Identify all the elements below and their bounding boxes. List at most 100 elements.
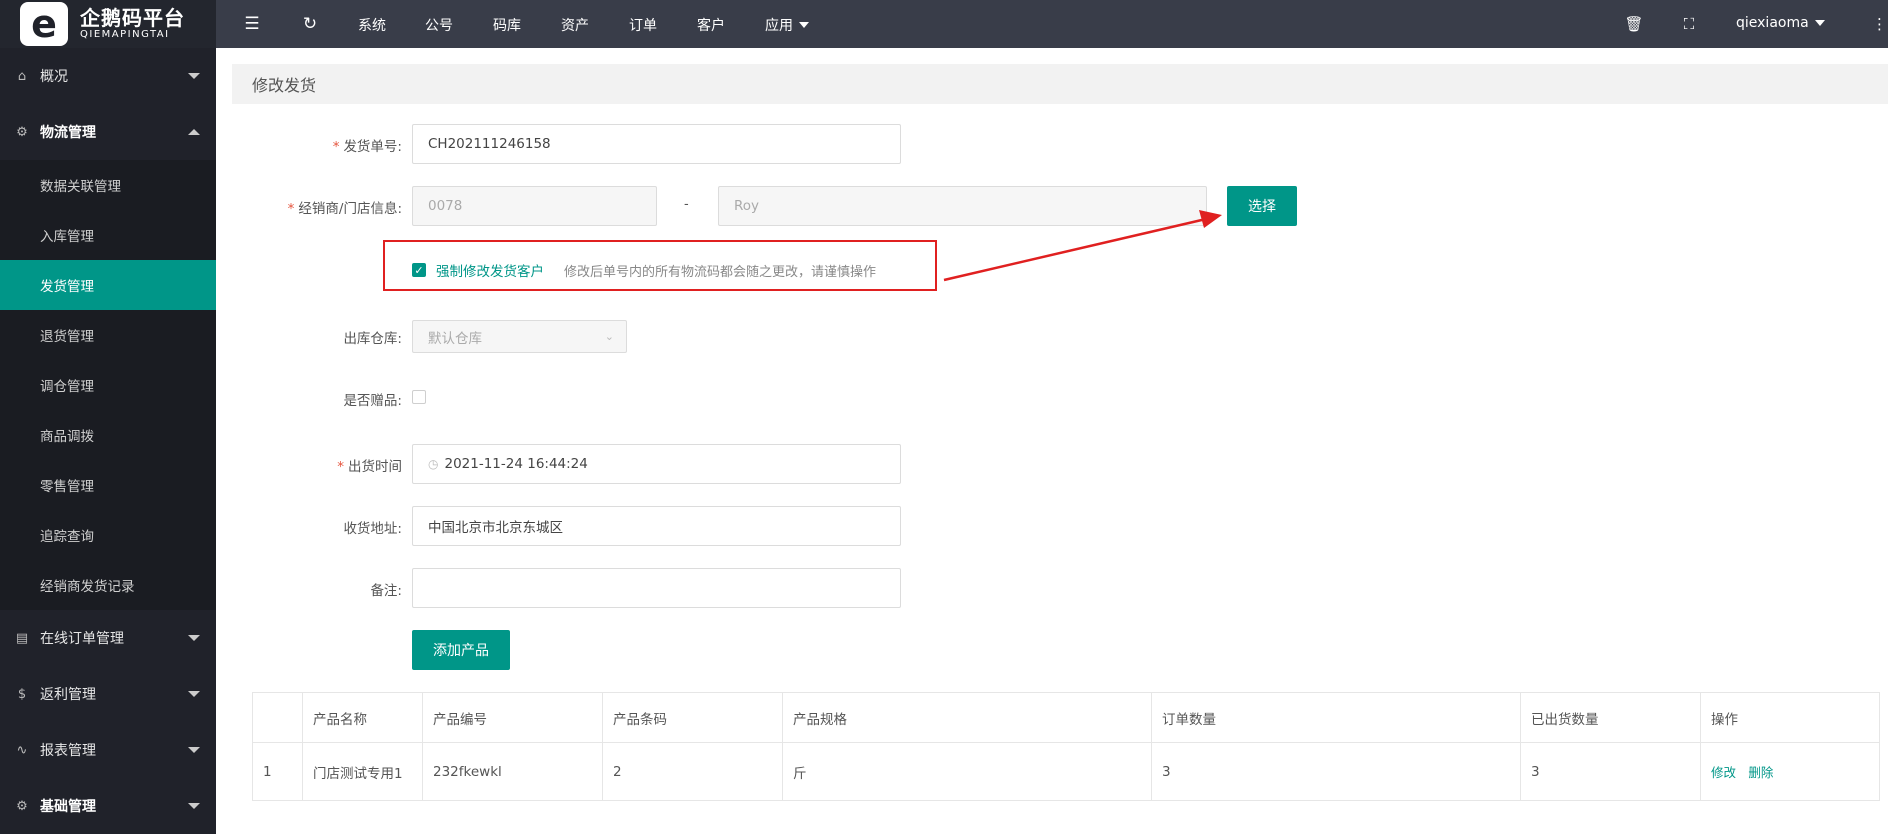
- clock-icon: ◷: [428, 457, 439, 471]
- menu-apps-label: 应用: [765, 18, 793, 34]
- sidebar-subitem-data-link[interactable]: 数据关联管理: [0, 160, 216, 210]
- dealer-name-input[interactable]: Roy: [718, 186, 1207, 226]
- ship-time-value: 2021-11-24 16:44:24: [444, 456, 588, 472]
- warehouse-select[interactable]: 默认仓库 ⌄: [412, 320, 627, 353]
- cell-spec: 斤: [782, 742, 1152, 801]
- sidebar-item-online-orders[interactable]: ▤ 在线订单管理: [0, 610, 216, 666]
- arrow-line: [943, 217, 1207, 282]
- sidebar-item-label: 在线订单管理: [40, 631, 124, 647]
- menu-fold-icon[interactable]: ☰: [242, 14, 262, 34]
- table-header-row: 产品名称 产品编号 产品条码 产品规格 订单数量 已出货数量 操作: [252, 692, 1880, 743]
- ship-time-label: * 出货时间: [232, 455, 402, 475]
- menu-account[interactable]: 公号: [425, 15, 453, 35]
- address-input[interactable]: 中国北京市北京东城区: [412, 506, 901, 546]
- pulse-icon: ∿: [16, 742, 28, 758]
- fullscreen-icon[interactable]: ⛶: [1679, 14, 1699, 34]
- sidebar-item-label: 返利管理: [40, 687, 96, 703]
- delete-link[interactable]: 删除: [1748, 765, 1773, 780]
- menu-assets[interactable]: 资产: [561, 15, 589, 35]
- menu-apps[interactable]: 应用: [765, 15, 809, 35]
- col-actions: 操作: [1700, 692, 1880, 743]
- edit-link[interactable]: 修改: [1711, 765, 1736, 780]
- sidebar-subitem-shipping[interactable]: 发货管理: [0, 260, 216, 310]
- cell-order-qty: 3: [1151, 742, 1521, 801]
- ship-no-label-text: 发货单号:: [343, 139, 402, 155]
- menu-code-library[interactable]: 码库: [493, 15, 521, 35]
- sidebar-item-label: 基础管理: [40, 799, 96, 815]
- sidebar-subitem-tracking[interactable]: 追踪查询: [0, 510, 216, 560]
- sidebar-subitem-warehouse-transfer[interactable]: 调仓管理: [0, 360, 216, 410]
- select-dealer-button[interactable]: 选择: [1227, 186, 1297, 226]
- remark-input[interactable]: [412, 568, 901, 608]
- sidebar-subitem-retail[interactable]: 零售管理: [0, 460, 216, 510]
- dealer-separator: -: [684, 197, 689, 212]
- sidebar-item-label: 概况: [40, 69, 68, 85]
- user-menu[interactable]: qiexiaoma: [1736, 15, 1825, 31]
- top-header: ☰ ↻ 系统 公号 码库 资产 订单 客户 应用 🗑 ⛶ qiexiaoma ⋮: [216, 0, 1888, 48]
- trash-icon[interactable]: 🗑: [1624, 14, 1644, 34]
- logo-mark-letter: e: [31, 2, 57, 46]
- sidebar-item-label: 物流管理: [40, 125, 96, 141]
- home-icon: ⌂: [17, 68, 27, 84]
- warehouse-label: 出库仓库:: [343, 331, 402, 347]
- gift-checkbox[interactable]: [412, 390, 426, 404]
- chevron-down-icon: [188, 635, 200, 641]
- chevron-up-icon: [188, 129, 200, 135]
- required-mark: *: [332, 139, 340, 155]
- gift-label: 是否赠品:: [343, 393, 402, 409]
- more-icon[interactable]: ⋮: [1872, 15, 1887, 33]
- sidebar-item-basic[interactable]: ⚙ 基础管理: [0, 778, 216, 834]
- remark-label: 备注:: [370, 583, 402, 599]
- force-change-checkbox[interactable]: ✓: [412, 263, 426, 277]
- chevron-down-icon: [188, 691, 200, 697]
- dealer-code-value: 0078: [428, 198, 463, 214]
- ship-no-label: * 发货单号:: [232, 135, 402, 155]
- col-shipped-qty: 已出货数量: [1520, 692, 1701, 743]
- dealer-label-text: 经销商/门店信息:: [298, 201, 402, 217]
- menu-customers[interactable]: 客户: [697, 15, 725, 35]
- sidebar-item-overview[interactable]: ⌂ 概况: [0, 48, 216, 104]
- menu-system[interactable]: 系统: [358, 15, 386, 35]
- sidebar-item-reports[interactable]: ∿ 报表管理: [0, 722, 216, 778]
- address-label: 收货地址:: [343, 521, 402, 537]
- ship-time-label-text: 出货时间: [348, 459, 402, 475]
- gear-icon: ⚙: [16, 124, 28, 140]
- add-product-button[interactable]: 添加产品: [412, 630, 510, 670]
- sidebar-item-label: 报表管理: [40, 743, 96, 759]
- logo-mark: e: [20, 2, 68, 46]
- cell-product-name: 门店测试专用1: [302, 742, 423, 801]
- sidebar-subitem-inbound[interactable]: 入库管理: [0, 210, 216, 260]
- logo-name-cn: 企鹅码平台: [80, 6, 185, 30]
- cell-shipped-qty: 3: [1520, 742, 1701, 801]
- refresh-icon[interactable]: ↻: [300, 14, 320, 34]
- chevron-down-icon: [799, 22, 809, 28]
- col-order-qty: 订单数量: [1151, 692, 1521, 743]
- force-change-option[interactable]: ✓ 强制修改发货客户 修改后单号内的所有物流码都会随之更改，请谨慎操作: [412, 260, 876, 280]
- sidebar-subitem-dealer-records[interactable]: 经销商发货记录: [0, 560, 216, 610]
- logo[interactable]: e 企鹅码平台 QIEMAPINGTAI: [0, 0, 216, 48]
- dealer-code-input[interactable]: 0078: [412, 186, 657, 226]
- force-change-hint: 修改后单号内的所有物流码都会随之更改，请谨慎操作: [564, 264, 877, 280]
- cell-index: 1: [252, 742, 303, 801]
- menu-orders[interactable]: 订单: [629, 15, 657, 35]
- cell-product-code: 232fkewkl: [422, 742, 603, 801]
- chevron-down-icon: [1814, 20, 1825, 26]
- chevron-down-icon: [188, 747, 200, 753]
- cell-barcode: 2: [602, 742, 783, 801]
- dealer-name-value: Roy: [734, 198, 760, 214]
- logo-text: 企鹅码平台 QIEMAPINGTAI: [80, 7, 185, 41]
- ship-time-input[interactable]: ◷ 2021-11-24 16:44:24: [412, 444, 901, 484]
- sidebar-item-rebates[interactable]: $ 返利管理: [0, 666, 216, 722]
- dollar-icon: $: [17, 686, 27, 702]
- col-product-code: 产品编号: [422, 692, 603, 743]
- sidebar-subitem-returns[interactable]: 退货管理: [0, 310, 216, 360]
- ship-no-value: CH202111246158: [428, 136, 551, 152]
- sidebar: e 企鹅码平台 QIEMAPINGTAI ⌂ 概况 ⚙ 物流管理 数据关联管理 …: [0, 0, 216, 834]
- warehouse-placeholder: 默认仓库: [428, 330, 482, 347]
- force-change-label: 强制修改发货客户: [436, 264, 544, 280]
- ship-no-input[interactable]: CH202111246158: [412, 124, 901, 164]
- sidebar-submenu: 数据关联管理 入库管理 发货管理 退货管理 调仓管理 商品调拨 零售管理 追踪查…: [0, 160, 216, 610]
- sidebar-subitem-product-allocation[interactable]: 商品调拨: [0, 410, 216, 460]
- sidebar-item-logistics[interactable]: ⚙ 物流管理: [0, 104, 216, 160]
- clipboard-icon: ▤: [15, 630, 29, 646]
